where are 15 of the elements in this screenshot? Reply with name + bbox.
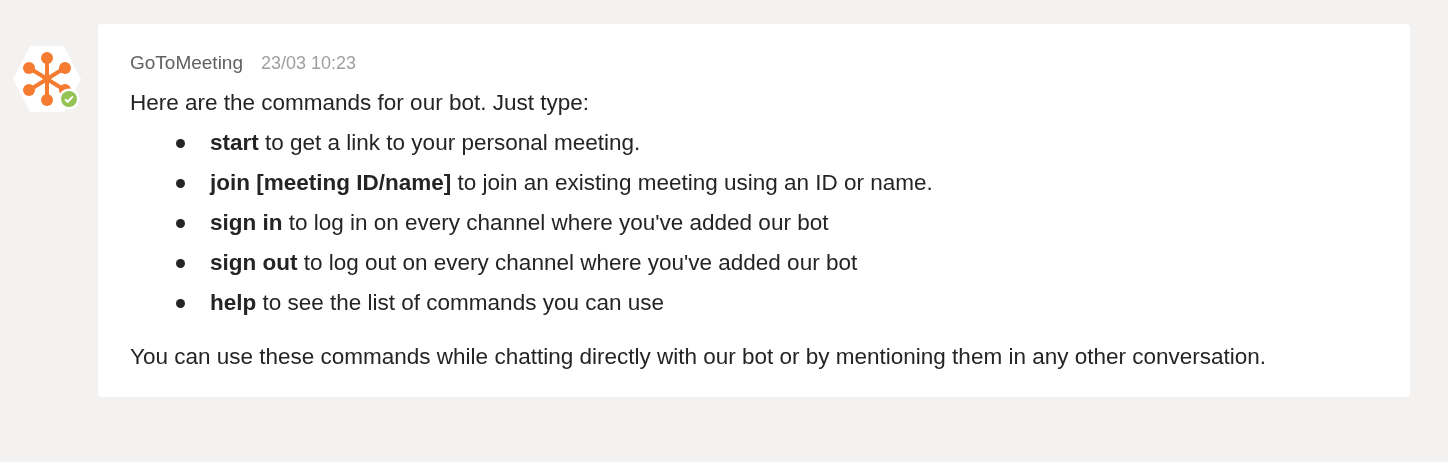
timestamp: 23/03 10:23 (261, 53, 357, 73)
bot-avatar-icon (12, 44, 82, 114)
author-name: GoToMeeting (130, 52, 243, 73)
bullet-icon (176, 178, 185, 188)
message-text: Here are the commands for our bot. Just type: (130, 89, 590, 117)
command-text: help to see the list of commands you can use (210, 289, 664, 317)
command-text: join [meeting ID/name] to join an existing meeting using an ID or name. (210, 169, 933, 197)
command-text: start to get a link to your personal meeting. (210, 129, 641, 157)
bullet-icon (176, 298, 185, 308)
bullet-icon (176, 138, 185, 148)
command-text: sign out to log out on every channel where you've added our bot (210, 249, 858, 277)
bullet-icon (176, 258, 185, 268)
command-text: sign in to log in on every channel where you've added our bot (210, 209, 829, 237)
message-text: You can use these commands while chatting directly with our bot or by mentioning them in any other conversation. (130, 343, 1268, 371)
bullet-icon (176, 218, 185, 228)
